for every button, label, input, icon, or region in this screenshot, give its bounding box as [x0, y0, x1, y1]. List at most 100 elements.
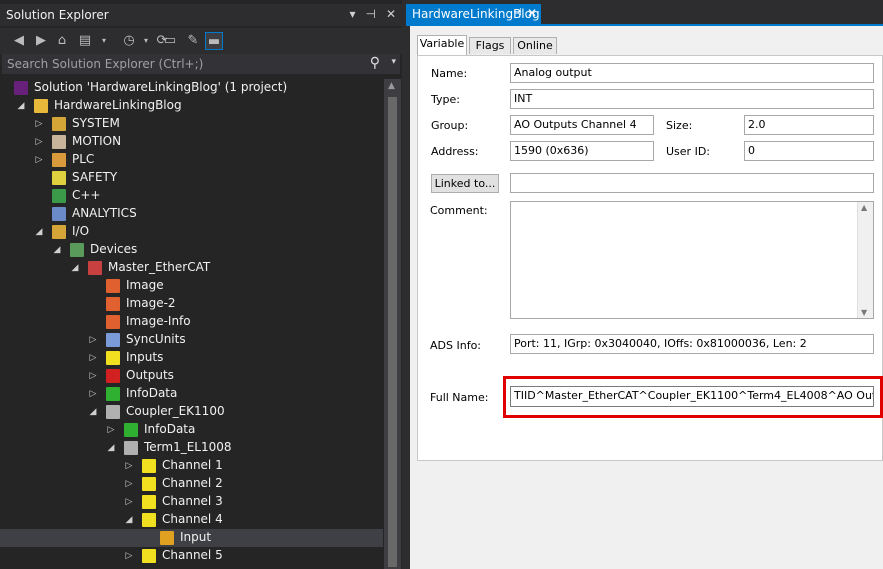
- linked-to-field[interactable]: [510, 173, 874, 193]
- tab-flags[interactable]: Flags: [469, 37, 511, 54]
- tree-item[interactable]: ▷ SYSTEM: [0, 115, 383, 133]
- close-tab-icon[interactable]: ✕: [527, 6, 537, 20]
- collapse-arrow-icon[interactable]: ◢: [124, 514, 134, 526]
- expand-arrow-icon[interactable]: ▷: [34, 118, 44, 130]
- tree-item[interactable]: ▷ InfoData: [0, 421, 383, 439]
- document-tab[interactable]: HardwareLinkingBlog ⊣ ✕: [406, 4, 541, 24]
- user-id-label: User ID:: [666, 145, 710, 158]
- collapse-arrow-icon[interactable]: ◢: [106, 442, 116, 454]
- home-icon[interactable]: ⌂: [53, 32, 71, 50]
- address-field[interactable]: 1590 (0x636): [510, 141, 654, 161]
- size-field[interactable]: 2.0: [744, 115, 874, 135]
- tree-item[interactable]: Image-2: [0, 295, 383, 313]
- tree-item-label: HardwareLinkingBlog: [54, 98, 182, 112]
- properties-area: Variable Flags Online Name: Analog outpu…: [410, 26, 883, 569]
- expand-arrow-icon[interactable]: ▷: [124, 478, 134, 490]
- forward-icon[interactable]: ▶: [32, 32, 50, 50]
- pin-icon[interactable]: ⊣: [365, 7, 375, 21]
- expand-arrow-icon[interactable]: ▷: [124, 460, 134, 472]
- properties-wrench-icon[interactable]: ✎: [184, 32, 202, 50]
- tree-item[interactable]: ◢ Master_EtherCAT: [0, 259, 383, 277]
- window-position-dropdown-icon[interactable]: ▾: [349, 7, 355, 21]
- tree-item[interactable]: ◢ Coupler_EK1100: [0, 403, 383, 421]
- switch-views-dropdown-icon[interactable]: ▾: [95, 32, 113, 50]
- scroll-up-icon[interactable]: ▲: [388, 81, 395, 91]
- tree-item[interactable]: Input: [0, 529, 383, 547]
- ads-info-field[interactable]: Port: 11, IGrp: 0x3040040, IOffs: 0x8100…: [510, 334, 874, 354]
- tree-item[interactable]: ◢ HardwareLinkingBlog: [0, 97, 383, 115]
- tree-item[interactable]: ▷ Inputs: [0, 349, 383, 367]
- expand-arrow-icon[interactable]: ▷: [34, 154, 44, 166]
- tree-item-label: InfoData: [126, 386, 178, 400]
- full-name-field[interactable]: TIID^Master_EtherCAT^Coupler_EK1100^Term…: [510, 386, 874, 407]
- tree-item[interactable]: ▷ MOTION: [0, 133, 383, 151]
- tree-item-label: Input: [180, 530, 212, 544]
- expand-arrow-icon[interactable]: ▷: [106, 424, 116, 436]
- collapse-arrow-icon[interactable]: ◢: [34, 226, 44, 238]
- ads-info-label: ADS Info:: [430, 339, 481, 352]
- switch-views-icon[interactable]: ▤: [76, 32, 94, 50]
- channel-icon: [142, 495, 156, 509]
- back-icon[interactable]: ◀: [10, 32, 28, 50]
- search-icon[interactable]: ⚲: [370, 55, 380, 71]
- tree-item-label: Channel 3: [162, 494, 223, 508]
- expand-arrow-icon[interactable]: ▷: [34, 136, 44, 148]
- tree-item[interactable]: ▷ Channel 2: [0, 475, 383, 493]
- comment-scroll-up-icon[interactable]: ▲: [861, 203, 867, 212]
- expand-arrow-icon[interactable]: ▷: [88, 388, 98, 400]
- collapse-arrow-icon[interactable]: ◢: [70, 262, 80, 274]
- pin-tab-icon[interactable]: ⊣: [513, 7, 522, 18]
- group-field[interactable]: AO Outputs Channel 4: [510, 115, 654, 135]
- tree-item[interactable]: ◢ Channel 4: [0, 511, 383, 529]
- comment-scroll-down-icon[interactable]: ▼: [861, 308, 867, 317]
- expand-arrow-icon[interactable]: ▷: [88, 334, 98, 346]
- collapse-arrow-icon[interactable]: ◢: [88, 406, 98, 418]
- expand-arrow-icon[interactable]: ▷: [88, 370, 98, 382]
- scroll-thumb[interactable]: [388, 97, 397, 567]
- tree-item[interactable]: ◢ Devices: [0, 241, 383, 259]
- comment-field[interactable]: ▲ ▼: [510, 201, 874, 319]
- collapse-all-icon[interactable]: ▭: [161, 32, 179, 50]
- preview-icon[interactable]: ▬: [205, 32, 223, 50]
- close-panel-icon[interactable]: ✕: [386, 7, 396, 21]
- tree-item[interactable]: ▷ Channel 3: [0, 493, 383, 511]
- tree-item[interactable]: Image-Info: [0, 313, 383, 331]
- channel-icon: [142, 459, 156, 473]
- name-field[interactable]: Analog output: [510, 63, 874, 83]
- tree-item[interactable]: ▷ InfoData: [0, 385, 383, 403]
- tree-item-label: SyncUnits: [126, 332, 186, 346]
- linked-to-button[interactable]: Linked to...: [431, 174, 499, 193]
- tree-item[interactable]: SAFETY: [0, 169, 383, 187]
- tree-item[interactable]: ▷ PLC: [0, 151, 383, 169]
- terminal-icon: [124, 441, 138, 455]
- expand-arrow-icon[interactable]: ▷: [124, 550, 134, 562]
- safety-icon: [52, 171, 66, 185]
- search-options-dropdown-icon[interactable]: ▾: [391, 57, 396, 67]
- tree-item[interactable]: ▷ Outputs: [0, 367, 383, 385]
- tree-item[interactable]: ▷ Channel 1: [0, 457, 383, 475]
- collapse-arrow-icon[interactable]: ◢: [52, 244, 62, 256]
- outputs-icon: [106, 369, 120, 383]
- tree-item[interactable]: ▷ Channel 5: [0, 547, 383, 565]
- io-icon: [52, 225, 66, 239]
- tree-item[interactable]: Solution 'HardwareLinkingBlog' (1 projec…: [0, 79, 383, 97]
- tree-item[interactable]: ◢ Term1_EL1008: [0, 439, 383, 457]
- tree-item[interactable]: ◢ I/O: [0, 223, 383, 241]
- tree-scrollbar[interactable]: ▲: [384, 79, 401, 569]
- collapse-arrow-icon[interactable]: ◢: [16, 100, 26, 112]
- search-input[interactable]: Search Solution Explorer (Ctrl+;): [7, 57, 203, 71]
- tree-item[interactable]: C++: [0, 187, 383, 205]
- tree-item[interactable]: ▷ SyncUnits: [0, 331, 383, 349]
- tab-variable[interactable]: Variable: [417, 35, 467, 55]
- tab-online[interactable]: Online: [513, 37, 557, 54]
- expand-arrow-icon[interactable]: ▷: [124, 496, 134, 508]
- type-field[interactable]: INT: [510, 89, 874, 109]
- solution-explorer-search[interactable]: Search Solution Explorer (Ctrl+;) ⚲ ▾: [2, 54, 400, 74]
- tree-item[interactable]: ANALYTICS: [0, 205, 383, 223]
- expand-arrow-icon[interactable]: ▷: [88, 352, 98, 364]
- comment-scrollbar[interactable]: ▲ ▼: [857, 202, 873, 318]
- user-id-field[interactable]: 0: [744, 141, 874, 161]
- history-icon[interactable]: ◷: [120, 32, 138, 50]
- tree-item[interactable]: Image: [0, 277, 383, 295]
- syncunits-icon: [106, 333, 120, 347]
